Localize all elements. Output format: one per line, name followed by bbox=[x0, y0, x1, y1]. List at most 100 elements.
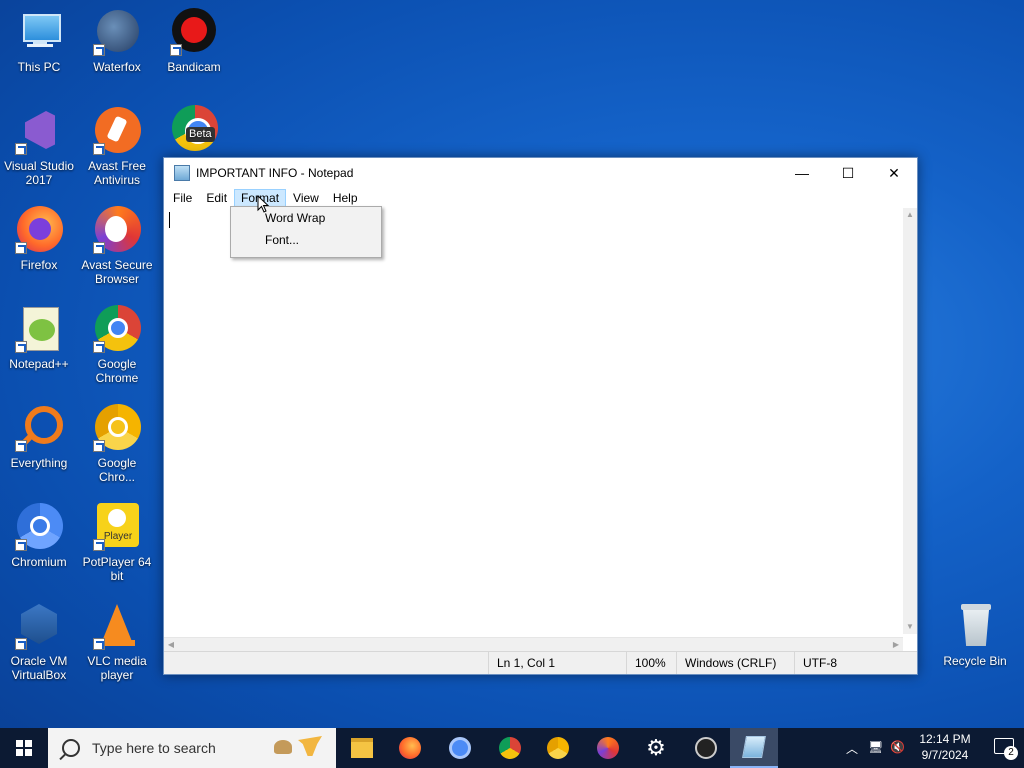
desktop-icon-label: Avast Free Antivirus bbox=[88, 159, 146, 187]
maximize-button[interactable]: ☐ bbox=[825, 158, 871, 188]
title-bar[interactable]: IMPORTANT INFO - Notepad — ☐ ✕ bbox=[164, 158, 917, 188]
clock[interactable]: 12:14 PM 9/7/2024 bbox=[910, 731, 980, 763]
shortcut-arrow-icon bbox=[15, 539, 27, 551]
desktop-icon-vlc[interactable]: VLC media player bbox=[80, 602, 154, 682]
menu-file[interactable]: File bbox=[166, 189, 199, 207]
desktop-icon-everything[interactable]: Everything bbox=[2, 404, 76, 470]
shortcut-arrow-icon bbox=[15, 242, 27, 254]
start-button[interactable] bbox=[0, 728, 48, 768]
desktop-icon-avast-secure-browser[interactable]: Avast Secure Browser bbox=[80, 206, 154, 286]
desktop-icon-label: Visual Studio 2017 bbox=[4, 159, 74, 187]
desktop-icon-virtualbox[interactable]: Oracle VM VirtualBox bbox=[2, 602, 76, 682]
search-icon bbox=[62, 739, 80, 757]
gear-icon: ⚙ bbox=[646, 735, 666, 761]
clock-time: 12:14 PM bbox=[919, 732, 971, 746]
taskbar-notepad[interactable] bbox=[730, 728, 778, 768]
horizontal-scrollbar[interactable]: ◀ ▶ bbox=[164, 637, 903, 652]
minimize-icon: — bbox=[795, 165, 809, 181]
desktop-icon-bandicam[interactable]: Bandicam bbox=[157, 8, 231, 74]
text-editor[interactable] bbox=[164, 208, 903, 634]
search-placeholder: Type here to search bbox=[92, 740, 216, 756]
shortcut-arrow-icon bbox=[15, 638, 27, 650]
shortcut-arrow-icon bbox=[93, 242, 105, 254]
menu-item-font[interactable]: Font... bbox=[231, 229, 381, 251]
menu-edit[interactable]: Edit bbox=[199, 189, 234, 207]
virtualbox-icon bbox=[15, 602, 63, 650]
windows-logo-icon bbox=[16, 740, 32, 756]
vertical-scrollbar[interactable]: ▲ ▼ bbox=[903, 208, 917, 634]
shortcut-arrow-icon bbox=[170, 44, 182, 56]
desktop-icon-potplayer[interactable]: Player PotPlayer 64 bit bbox=[80, 503, 154, 583]
menu-view[interactable]: View bbox=[286, 189, 326, 207]
scroll-left-icon[interactable]: ◀ bbox=[164, 638, 178, 652]
shortcut-arrow-icon bbox=[93, 143, 105, 155]
taskbar-firefox[interactable] bbox=[386, 728, 434, 768]
desktop-icon-chrome-beta[interactable]: Beta bbox=[157, 105, 231, 157]
close-button[interactable]: ✕ bbox=[871, 158, 917, 188]
network-icon[interactable]: 🖥 bbox=[868, 740, 883, 754]
menu-help[interactable]: Help bbox=[326, 189, 365, 207]
firefox-icon bbox=[399, 737, 421, 759]
desktop-icon-recycle-bin[interactable]: Recycle Bin bbox=[938, 602, 1012, 668]
desktop-icon-google-chrome[interactable]: Google Chrome bbox=[80, 305, 154, 385]
waterfox-icon bbox=[93, 8, 141, 56]
chrome-canary-icon bbox=[93, 404, 141, 452]
format-menu-dropdown: Word Wrap Font... bbox=[230, 206, 382, 258]
desktop-icon-label: Everything bbox=[10, 456, 68, 470]
recorder-icon bbox=[695, 737, 717, 759]
scroll-up-icon[interactable]: ▲ bbox=[903, 208, 917, 222]
system-tray: ︿ 🖥 🔇 12:14 PM 9/7/2024 2 bbox=[834, 728, 1024, 768]
shortcut-arrow-icon bbox=[93, 638, 105, 650]
desktop-icon-visual-studio[interactable]: Visual Studio 2017 bbox=[2, 107, 76, 187]
desktop-icon-label: Avast Secure Browser bbox=[81, 258, 153, 286]
avast-icon bbox=[93, 107, 141, 155]
desktop-icon-chrome-canary[interactable]: Google Chro... bbox=[80, 404, 154, 484]
desktop-icon-label: This PC bbox=[17, 60, 61, 74]
desktop-icon-label: Google Chrome bbox=[95, 357, 139, 385]
desktop-icon-label: Google Chro... bbox=[97, 456, 137, 484]
shortcut-arrow-icon bbox=[93, 539, 105, 551]
taskbar-obs[interactable] bbox=[682, 728, 730, 768]
firefox-icon bbox=[15, 206, 63, 254]
desktop-icon-label: Bandicam bbox=[167, 60, 221, 74]
notification-button[interactable]: 2 bbox=[990, 736, 1018, 760]
desktop-icon-this-pc[interactable]: This PC bbox=[2, 8, 76, 74]
minimize-button[interactable]: — bbox=[779, 158, 825, 188]
desktop-icon-firefox[interactable]: Firefox bbox=[2, 206, 76, 272]
desktop-icon-label: Waterfox bbox=[93, 60, 141, 74]
desktop-icon-label: Firefox bbox=[20, 258, 58, 272]
taskbar-avast-browser[interactable] bbox=[584, 728, 632, 768]
desktop-icon-label: Oracle VM VirtualBox bbox=[10, 654, 68, 682]
recycle-bin-icon bbox=[951, 602, 999, 650]
taskbar-settings[interactable]: ⚙ bbox=[632, 728, 680, 768]
text-caret bbox=[169, 212, 170, 228]
shortcut-arrow-icon bbox=[93, 341, 105, 353]
search-highlight-icon bbox=[268, 734, 328, 762]
taskbar-chrome-canary[interactable] bbox=[534, 728, 582, 768]
status-line-ending: Windows (CRLF) bbox=[676, 652, 794, 674]
desktop-icon-notepadpp[interactable]: Notepad++ bbox=[2, 305, 76, 371]
chevron-up-icon[interactable]: ︿ bbox=[846, 740, 858, 757]
potplayer-icon: Player bbox=[93, 503, 141, 551]
desktop-icon-avast-antivirus[interactable]: Avast Free Antivirus bbox=[80, 107, 154, 187]
taskbar-search-box[interactable]: Type here to search bbox=[48, 728, 336, 768]
menu-item-word-wrap[interactable]: Word Wrap bbox=[231, 207, 381, 229]
chrome-icon bbox=[499, 737, 521, 759]
desktop-icon-label: Notepad++ bbox=[9, 357, 69, 371]
scroll-down-icon[interactable]: ▼ bbox=[903, 620, 917, 634]
avast-secure-browser-icon bbox=[597, 737, 619, 759]
chromium-icon bbox=[15, 503, 63, 551]
window-title: IMPORTANT INFO - Notepad bbox=[196, 166, 354, 180]
taskbar-chrome[interactable] bbox=[486, 728, 534, 768]
desktop-icon-label: Recycle Bin bbox=[943, 654, 1007, 668]
scroll-right-icon[interactable]: ▶ bbox=[889, 638, 903, 652]
shortcut-arrow-icon bbox=[15, 440, 27, 452]
clock-date: 9/7/2024 bbox=[921, 748, 969, 762]
shortcut-arrow-icon bbox=[93, 44, 105, 56]
volume-muted-icon[interactable]: 🔇 bbox=[890, 740, 905, 754]
desktop-icon-waterfox[interactable]: Waterfox bbox=[80, 8, 154, 74]
taskbar-chromium[interactable] bbox=[436, 728, 484, 768]
taskbar-file-explorer[interactable] bbox=[338, 728, 386, 768]
everything-icon bbox=[15, 404, 63, 452]
desktop-icon-chromium[interactable]: Chromium bbox=[2, 503, 76, 569]
